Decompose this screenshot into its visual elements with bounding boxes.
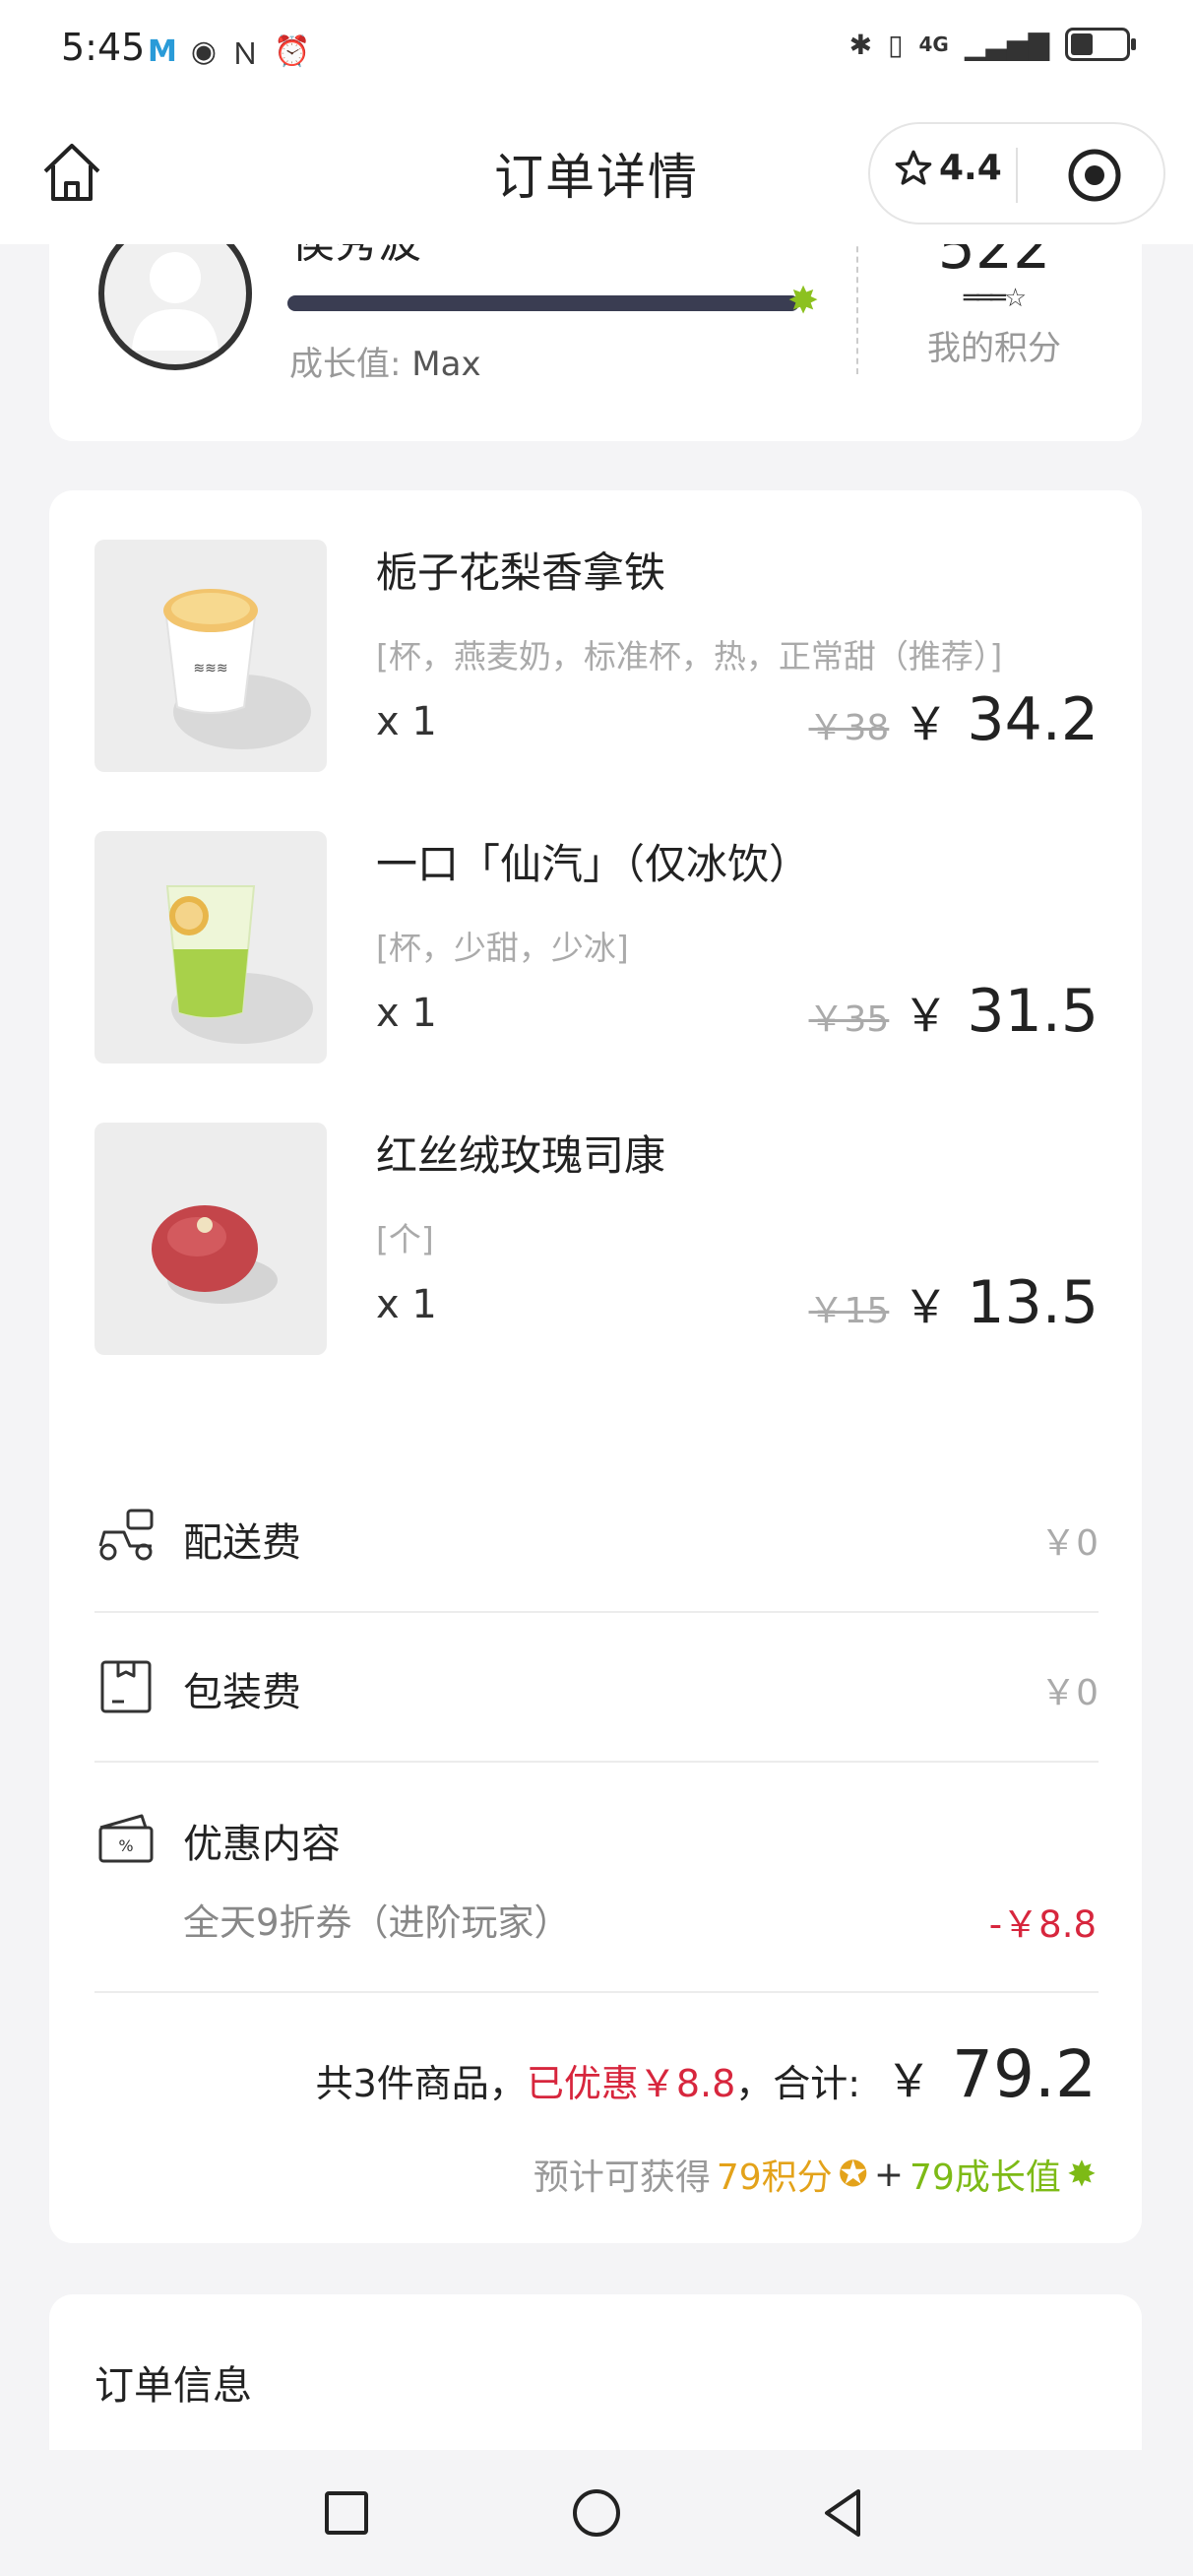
growth-progress-fill — [287, 295, 799, 311]
total-amount: ￥ 79.2 — [886, 2036, 1097, 2112]
product-qty: x 1 — [376, 699, 437, 744]
product-spec: [杯，少甜，少冰] — [376, 929, 629, 967]
coupon-icon: % — [98, 1814, 154, 1863]
earn-prefix: 预计可获得 — [533, 2157, 711, 2198]
original-price: ￥35 — [808, 999, 890, 1040]
order-item[interactable]: ≋≋≋ 栀子花梨香拿铁 [杯，燕麦奶，标准杯，热，正常甜（推荐）] x 1 ￥3… — [94, 540, 1099, 772]
item-count-text: 共3件商品， — [315, 2062, 527, 2105]
signal-icon: ▁▃▅▇ — [964, 28, 1049, 61]
packing-fee-label: 包装费 — [183, 1670, 301, 1715]
saved-amount: 已优惠￥8.8 — [526, 2062, 736, 2105]
final-price: ￥ 13.5 — [903, 1268, 1099, 1337]
delivery-fee-label: 配送费 — [183, 1520, 301, 1566]
growth-spark-icon: ✸ — [1066, 2154, 1097, 2195]
order-summary: 共3件商品， 已优惠￥8.8 ，合计: ￥ 79.2 — [316, 2036, 1097, 2112]
total-label: ，合计: — [735, 2062, 861, 2105]
app-notification-icon: M — [148, 33, 177, 69]
points-star-icon: ✪ — [838, 2154, 868, 2195]
points-label: 我的积分 — [927, 329, 1061, 368]
alarm-icon: ⏰ — [274, 33, 311, 69]
svg-text:≋≋≋: ≋≋≋ — [193, 661, 227, 676]
system-nav-bar — [0, 2450, 1193, 2576]
discount-label: 优惠内容 — [183, 1822, 341, 1867]
product-image-scone — [94, 1123, 327, 1355]
package-icon — [100, 1660, 152, 1713]
battery-icon — [1065, 28, 1136, 61]
svg-text:%: % — [118, 1836, 133, 1855]
packing-fee-row: 包装费 ￥0 — [94, 1637, 1099, 1735]
target-icon — [1068, 149, 1121, 202]
divider — [94, 1991, 1099, 1993]
delivery-fee-value: ￥0 — [1040, 1523, 1099, 1564]
final-price: ￥ 31.5 — [903, 977, 1099, 1046]
delivery-scooter-icon — [98, 1509, 154, 1561]
capsule-divider — [1016, 148, 1018, 203]
divider — [94, 1761, 1099, 1763]
earn-points: 79积分 — [716, 2157, 833, 2198]
growth-spark-icon: ✸ — [787, 279, 819, 322]
product-price: ￥35 ￥ 31.5 — [809, 977, 1099, 1046]
order-items-card: ≋≋≋ 栀子花梨香拿铁 [杯，燕麦奶，标准杯，热，正常甜（推荐）] x 1 ￥3… — [49, 490, 1142, 2243]
nav-header: 订单详情 4.4 — [0, 98, 1193, 244]
discount-row: % 优惠内容 — [94, 1788, 1099, 1887]
product-image-latte: ≋≋≋ — [94, 540, 327, 772]
discount-detail: 全天9折券（进阶玩家） — [183, 1901, 571, 1944]
close-mini-program-button[interactable] — [1065, 146, 1124, 205]
earn-growth: 79成长值 — [910, 2157, 1061, 2198]
divider — [94, 1611, 1099, 1613]
growth-value: Max — [411, 345, 481, 384]
order-item[interactable]: 一口「仙汽」（仅冰饮） [杯，少甜，少冰] x 1 ￥35 ￥ 31.5 — [94, 831, 1099, 1063]
product-name: 栀子花梨香拿铁 — [376, 548, 666, 597]
status-right-icons: ✱ ▯ 4G ▁▃▅▇ — [848, 28, 1136, 61]
home-nav-button[interactable] — [565, 2481, 628, 2544]
delivery-fee-row: 配送费 ￥0 — [94, 1487, 1099, 1585]
status-time: 5:45 — [61, 26, 146, 69]
recent-apps-button[interactable] — [315, 2481, 378, 2544]
product-price: ￥38 ￥ 34.2 — [809, 685, 1099, 754]
product-qty: x 1 — [376, 991, 437, 1036]
packing-fee-value: ￥0 — [1040, 1673, 1099, 1713]
divider — [856, 236, 858, 374]
discount-value: -￥8.8 — [988, 1903, 1097, 1946]
product-spec: [个] — [376, 1220, 434, 1258]
product-name: 红丝绒玫瑰司康 — [376, 1131, 666, 1180]
product-price: ￥15 ￥ 13.5 — [809, 1268, 1099, 1337]
order-info-title: 订单信息 — [94, 2363, 252, 2409]
eye-icon: ◉ — [190, 33, 218, 69]
final-price: ￥ 34.2 — [903, 685, 1099, 754]
product-name: 一口「仙汽」（仅冰饮） — [376, 840, 811, 888]
status-left-icons: M ◉ Ｎ ⏰ — [148, 30, 310, 73]
growth-label: 成长值: — [289, 345, 402, 384]
rating-value: 4.4 — [939, 148, 1002, 188]
earn-estimate: 预计可获得 79积分 ✪ + 79成长值 ✸ — [534, 2149, 1097, 2200]
back-button[interactable] — [813, 2481, 876, 2544]
mini-program-capsule: 4.4 — [868, 122, 1165, 225]
bluetooth-icon: ✱ — [848, 28, 873, 61]
rating-button[interactable]: 4.4 — [894, 148, 1002, 188]
earn-plus: + — [873, 2154, 905, 2195]
status-bar: 5:45 M ◉ Ｎ ⏰ ✱ ▯ 4G ▁▃▅▇ — [0, 0, 1193, 98]
growth-progress-bar: ✸ — [287, 282, 819, 319]
network-type-label: 4G — [918, 32, 949, 56]
original-price: ￥38 — [808, 708, 890, 748]
original-price: ￥15 — [808, 1291, 890, 1331]
points-star-icon: ═══☆ — [963, 284, 1027, 313]
nfc-icon: Ｎ — [230, 37, 261, 72]
growth-value-row: 成长值: Max — [289, 337, 481, 385]
star-icon — [895, 150, 932, 185]
product-image-soda — [94, 831, 327, 1063]
product-spec: [杯，燕麦奶，标准杯，热，正常甜（推荐）] — [376, 637, 1003, 676]
vibrate-icon: ▯ — [888, 28, 904, 61]
order-item[interactable]: 红丝绒玫瑰司康 [个] x 1 ￥15 ￥ 13.5 — [94, 1123, 1099, 1355]
product-qty: x 1 — [376, 1282, 437, 1327]
